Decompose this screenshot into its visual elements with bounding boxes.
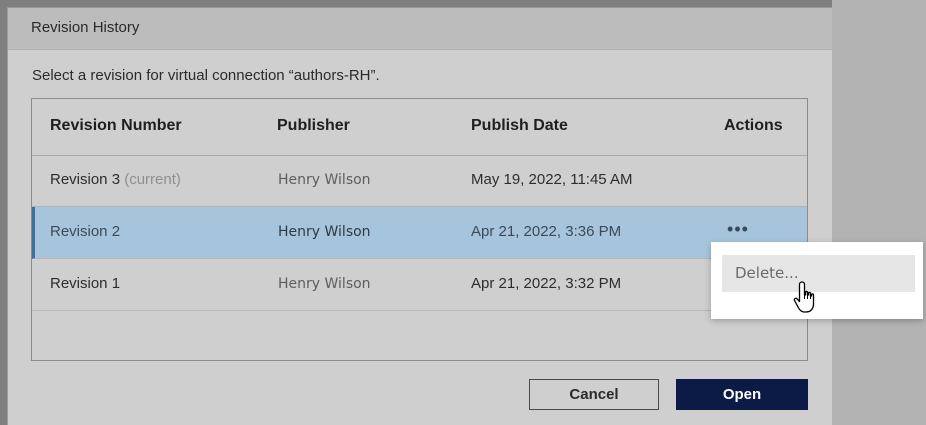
table-row-revision-2[interactable]: Revision 2 Henry Wilson Apr 21, 2022, 3:… <box>32 207 807 259</box>
publisher-cell: Henry Wilson <box>278 224 371 240</box>
publish-date-cell: May 19, 2022, 11:45 AM <box>471 171 633 188</box>
publish-date-cell: Apr 21, 2022, 3:36 PM <box>471 223 622 240</box>
revision-cell: Revision 2 <box>50 223 121 240</box>
table-header: Revision Number Publisher Publish Date A… <box>32 99 807 156</box>
column-header-actions: Actions <box>724 117 783 134</box>
column-header-publisher[interactable]: Publisher <box>277 117 350 135</box>
revision-history-dialog: Revision History Select a revision for v… <box>7 7 832 425</box>
publish-date-cell: Apr 21, 2022, 3:32 PM <box>471 275 622 292</box>
dialog-title: Revision History <box>31 19 140 36</box>
revisions-table: Revision Number Publisher Publish Date A… <box>31 98 808 361</box>
table-row-revision-1[interactable]: Revision 1 Henry Wilson Apr 21, 2022, 3:… <box>32 259 807 311</box>
current-tag: (current) <box>124 171 181 188</box>
dialog-subtitle: Select a revision for virtual connection… <box>32 67 380 84</box>
dialog-header: Revision History <box>8 8 832 50</box>
column-header-publish-date[interactable]: Publish Date <box>471 117 568 135</box>
publisher-cell: Henry Wilson <box>278 276 371 292</box>
revision-cell: Revision 3 (current) <box>50 171 181 188</box>
hand-pointer-icon <box>793 281 815 313</box>
revision-label: Revision 3 <box>50 171 121 188</box>
table-row-revision-3[interactable]: Revision 3 (current) Henry Wilson May 19… <box>32 155 807 207</box>
open-button[interactable]: Open <box>676 379 808 410</box>
background-overlay <box>832 0 926 425</box>
revision-cell: Revision 1 <box>50 275 121 292</box>
column-header-revision-number[interactable]: Revision Number <box>50 117 182 135</box>
publisher-cell: Henry Wilson <box>278 172 371 188</box>
cancel-button[interactable]: Cancel <box>529 379 659 410</box>
